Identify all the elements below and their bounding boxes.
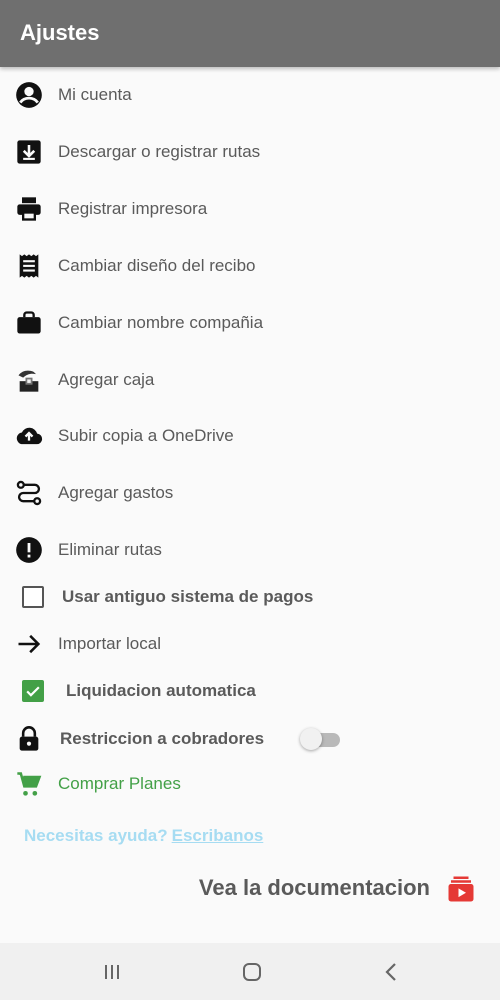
toggle-label: Restriccion a cobradores	[60, 729, 265, 748]
lock-icon	[14, 724, 44, 754]
cart-icon	[14, 769, 44, 799]
contact-link[interactable]: Escribanos	[172, 826, 264, 845]
page-title: Ajustes	[20, 20, 100, 45]
menu-item-agregar-gastos[interactable]: Agregar gastos	[0, 473, 500, 513]
menu-item-label: Comprar Planes	[58, 774, 181, 793]
app-bar: Ajustes	[0, 0, 500, 67]
menu-item-label: Importar local	[58, 634, 161, 653]
menu-item-cambiar-nombre-compania[interactable]: Cambiar nombre compañia	[0, 303, 500, 343]
menu-item-comprar-planes[interactable]: Comprar Planes	[0, 764, 500, 804]
video-library-icon[interactable]	[446, 874, 476, 904]
menu-item-eliminar-rutas[interactable]: Eliminar rutas	[0, 530, 500, 570]
checkbox-icon[interactable]	[22, 586, 44, 608]
cash-box-icon	[14, 365, 44, 395]
printer-icon	[14, 194, 44, 224]
restriccion-toggle[interactable]	[300, 728, 342, 750]
help-question: Necesitas ayuda?	[24, 826, 168, 845]
menu-item-label: Registrar impresora	[58, 199, 208, 218]
arrow-right-icon	[14, 629, 44, 659]
menu-item-subir-copia-onedrive[interactable]: Subir copia a OneDrive	[0, 416, 500, 456]
checkbox-label: Usar antiguo sistema de pagos	[62, 587, 314, 606]
download-box-icon	[14, 137, 44, 167]
account-circle-icon	[14, 80, 44, 110]
menu-item-label: Agregar gastos	[58, 483, 174, 502]
menu-item-descargar-rutas[interactable]: Descargar o registrar rutas	[0, 132, 500, 172]
menu-item-agregar-caja[interactable]: Agregar caja	[0, 360, 500, 400]
briefcase-icon	[14, 308, 44, 338]
menu-item-mi-cuenta[interactable]: Mi cuenta	[0, 75, 500, 115]
checkbox-checked-icon[interactable]	[22, 680, 44, 702]
recent-apps-icon[interactable]	[97, 957, 127, 987]
checkbox-row-antiguo-sistema[interactable]: Usar antiguo sistema de pagos	[0, 577, 500, 617]
menu-item-label: Subir copia a OneDrive	[58, 426, 234, 445]
menu-item-label: Mi cuenta	[58, 85, 132, 104]
menu-item-label: Cambiar nombre compañia	[58, 313, 264, 332]
menu-item-importar-local[interactable]: Importar local	[0, 624, 500, 664]
home-icon[interactable]	[237, 957, 267, 987]
receipt-icon	[14, 251, 44, 281]
checkbox-row-liquidacion-automatica[interactable]: Liquidacion automatica	[0, 671, 500, 711]
cloud-upload-icon	[14, 421, 44, 451]
route-settings-icon	[14, 478, 44, 508]
checkbox-label: Liquidacion automatica	[66, 681, 256, 700]
alert-circle-icon	[14, 535, 44, 565]
menu-item-cambiar-diseno-recibo[interactable]: Cambiar diseño del recibo	[0, 246, 500, 286]
menu-item-label: Eliminar rutas	[58, 540, 162, 559]
menu-item-label: Descargar o registrar rutas	[58, 142, 261, 161]
toggle-row-restriccion-cobradores: Restriccion a cobradores	[0, 719, 500, 759]
help-text: Necesitas ayuda? Escribanos	[24, 826, 263, 846]
back-icon[interactable]	[377, 957, 407, 987]
toggle-thumb	[300, 728, 322, 750]
menu-item-label: Agregar caja	[58, 370, 155, 389]
menu-item-label: Cambiar diseño del recibo	[58, 256, 256, 275]
system-nav-bar	[0, 943, 500, 1000]
menu-item-registrar-impresora[interactable]: Registrar impresora	[0, 189, 500, 229]
documentation-link[interactable]: Vea la documentacion	[199, 875, 430, 901]
